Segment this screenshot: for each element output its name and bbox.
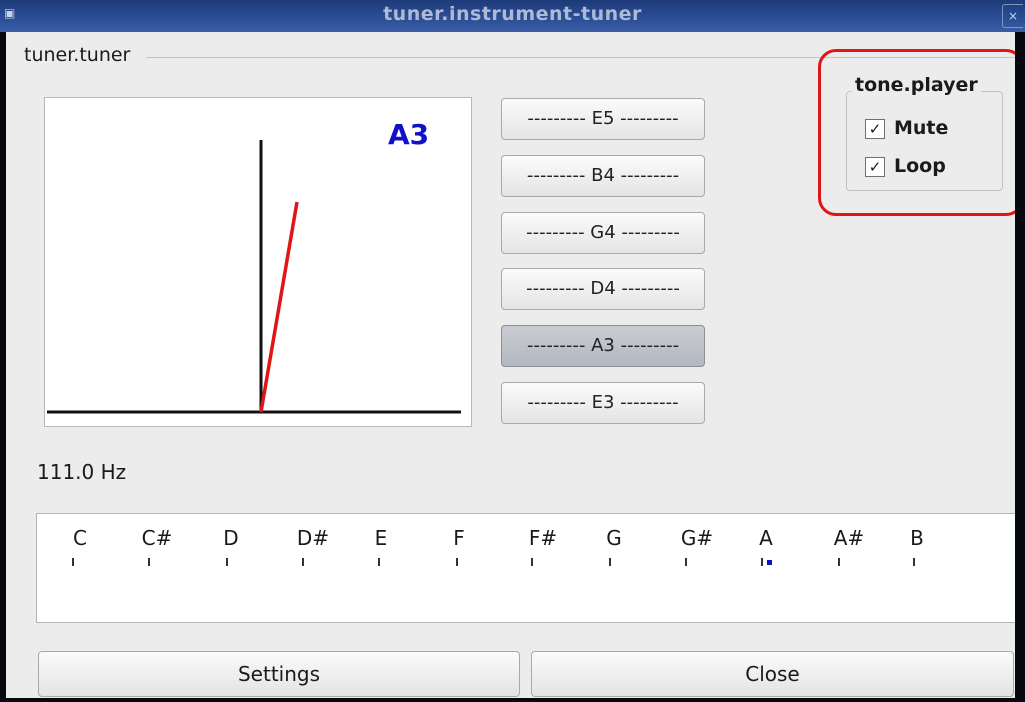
note-label-c: C [73,526,87,550]
note-label-g-sharp: G# [680,526,714,550]
string-button-e3[interactable]: --------- E3 --------- [501,382,705,424]
note-label-g: G [606,526,622,550]
string-button-a3[interactable]: --------- A3 --------- [501,325,705,367]
note-tick [226,558,228,566]
tuner-group-title: tuner.tuner [24,44,131,66]
note-tick [302,558,304,566]
title-bar[interactable]: ▣ tuner.instrument-tuner × [0,0,1025,32]
window-frame-right [1015,32,1025,702]
note-label-d: D [223,526,239,550]
note-label-d-sharp: D# [296,526,330,550]
note-tick [913,558,915,566]
note-tick [531,558,533,566]
pitch-indicator [767,560,772,565]
note-tick [456,558,458,566]
note-label-c-sharp: C# [141,526,173,550]
note-tick [761,558,763,566]
tone-player-highlight [818,49,1024,216]
window-close-icon[interactable]: × [1002,4,1023,28]
window-frame-left [0,32,6,702]
note-tick [838,558,840,566]
note-tick [378,558,380,566]
note-scale-panel [36,513,1016,623]
note-label-e: E [374,526,388,550]
note-tick [72,558,74,566]
string-button-g4[interactable]: --------- G4 --------- [501,212,705,254]
note-tick [685,558,687,566]
note-tick [609,558,611,566]
tuner-window: ▣ tuner.instrument-tuner × tuner.tuner A… [0,0,1025,702]
note-label-f-sharp: F# [528,526,558,550]
tuning-needle [259,201,299,413]
string-button-d4[interactable]: --------- D4 --------- [501,268,705,310]
settings-button[interactable]: Settings [38,651,520,697]
frequency-readout: 111.0 Hz [37,460,127,484]
note-label-a-sharp: A# [833,526,865,550]
window-title: tuner.instrument-tuner [383,3,642,25]
note-label-f: F [453,526,465,550]
note-tick [148,558,150,566]
window-frame-bottom [0,698,1025,702]
note-label-b: B [910,526,924,550]
string-button-b4[interactable]: --------- B4 --------- [501,155,705,197]
detected-note: A3 [388,118,430,151]
close-button[interactable]: Close [531,651,1014,697]
string-button-e5[interactable]: --------- E5 --------- [501,98,705,140]
note-label-a: A [759,526,773,550]
